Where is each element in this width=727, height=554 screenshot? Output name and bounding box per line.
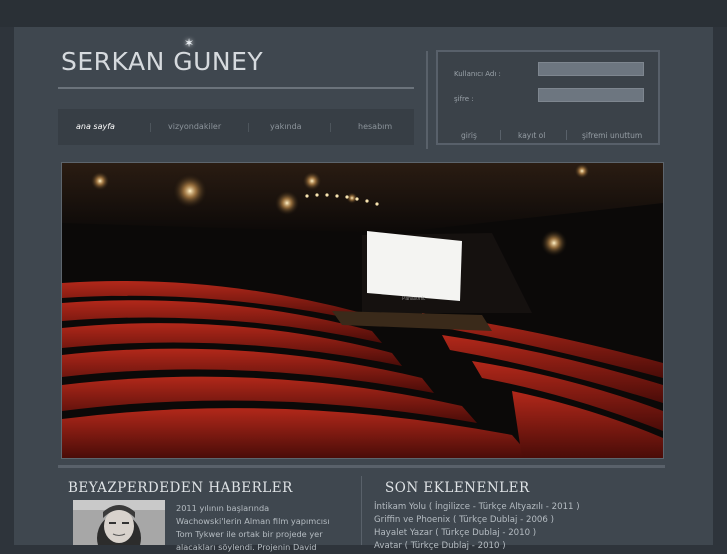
nav-divider: [150, 123, 151, 132]
logo-underline: [58, 87, 414, 89]
section-divider: [58, 465, 665, 468]
news-excerpt: 2011 yılının başlarında Wachowski'lerin …: [176, 502, 348, 554]
forgot-password-link[interactable]: şifremi unuttum: [582, 131, 642, 140]
cinema-hall-photo: Panasonic: [62, 163, 663, 458]
page-container: SERKAN GUNEY ✶ ana sayfa vizyondakiler y…: [14, 27, 713, 552]
nav-divider: [330, 123, 331, 132]
site-logo[interactable]: SERKAN GUNEY: [61, 47, 263, 76]
sparkle-icon: ✶: [184, 36, 195, 50]
news-line: Wachowski'lerin Alman film yapımcısı: [176, 516, 330, 526]
latest-item[interactable]: Griffin ve Phoenix ( Türkçe Dublaj - 200…: [374, 514, 580, 527]
username-label: Kullanıcı Adı :: [454, 70, 501, 78]
latest-heading: SON EKLENENLER: [385, 480, 530, 496]
news-line: 2011 yılının başlarında: [176, 503, 270, 513]
password-field[interactable]: [538, 88, 644, 102]
nav-item-home[interactable]: ana sayfa: [76, 122, 115, 131]
login-button[interactable]: giriş: [461, 131, 477, 140]
top-band: [0, 0, 727, 27]
nav-item-account[interactable]: hesabım: [358, 122, 392, 131]
link-divider: [500, 130, 501, 140]
news-line: Tom Tykwer ile ortak bir projede yer: [176, 529, 323, 539]
news-heading: BEYAZPERDEDEN HABERLER: [68, 480, 293, 496]
actor-portrait: [73, 500, 165, 545]
latest-list: İntikam Yolu ( İngilizce - Türkçe Altyaz…: [374, 501, 580, 553]
header-divider: [426, 51, 428, 149]
link-divider: [566, 130, 567, 140]
register-link[interactable]: kayıt ol: [518, 131, 545, 140]
latest-item[interactable]: İntikam Yolu ( İngilizce - Türkçe Altyaz…: [374, 501, 580, 514]
news-line: alacakları söylendi. Projenin David: [176, 542, 317, 552]
news-photo[interactable]: [73, 500, 165, 545]
latest-item[interactable]: Hayalet Yazar ( Türkçe Dublaj - 2010 ): [374, 527, 580, 540]
nav-divider: [248, 123, 249, 132]
site-logo-text: SERKAN GUNEY: [61, 47, 264, 76]
latest-item[interactable]: Avatar ( Türkçe Dublaj - 2010 ): [374, 540, 580, 553]
nav-item-now-showing[interactable]: vizyondakiler: [168, 122, 221, 131]
login-panel: Kullanıcı Adı : şifre : giriş kayıt ol ş…: [436, 50, 660, 145]
nav-item-coming-soon[interactable]: yakında: [270, 122, 302, 131]
hero-image: Panasonic: [61, 162, 664, 459]
main-nav: ana sayfa vizyondakiler yakında hesabım: [58, 109, 414, 145]
screen-brand: Panasonic: [402, 296, 426, 302]
password-label: şifre :: [454, 95, 474, 103]
username-field[interactable]: [538, 62, 644, 76]
column-divider: [361, 476, 362, 545]
